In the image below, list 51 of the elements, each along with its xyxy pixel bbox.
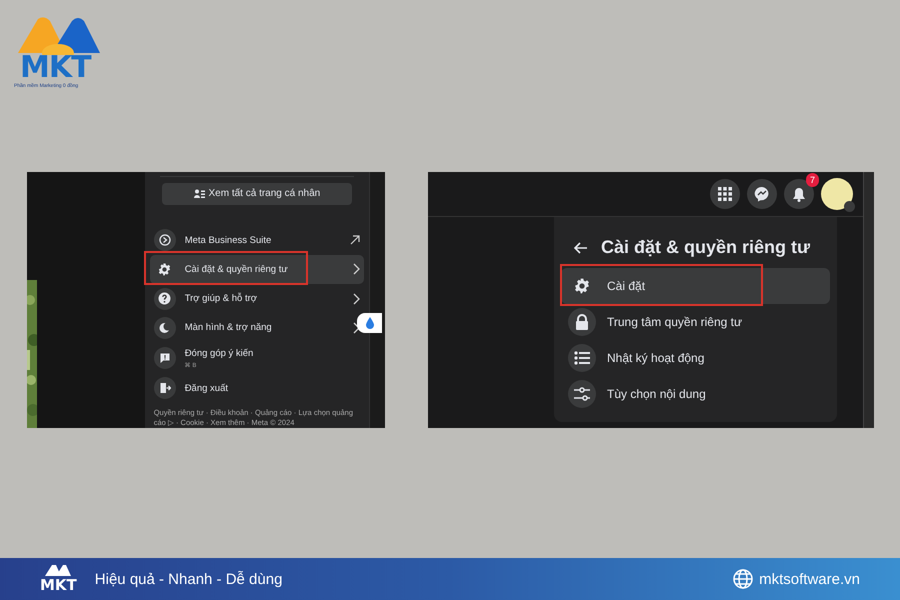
help-icon xyxy=(158,292,172,306)
dropdown-caret-icon xyxy=(844,201,855,212)
menu-item[interactable]: Màn hình & trợ năng xyxy=(150,313,364,342)
chevron-right-icon xyxy=(353,292,360,305)
menu-item[interactable]: Meta Business Suite xyxy=(150,226,364,255)
slogan: Hiệu quả - Nhanh - Dễ dùng xyxy=(94,570,284,588)
website-link[interactable]: mktsoftware.vn xyxy=(759,570,860,588)
logout-icon xyxy=(158,382,171,394)
list-icon xyxy=(574,351,590,365)
water-drop-icon xyxy=(366,317,374,329)
menu-label: Đăng xuất xyxy=(184,382,229,394)
menu-label: Cài đặt xyxy=(607,279,646,293)
moon-icon xyxy=(158,322,171,334)
external-arrow-icon xyxy=(350,235,360,246)
logo-text: MKT xyxy=(20,55,91,81)
logo-mark-icon xyxy=(44,564,72,576)
chevron-right-icon xyxy=(353,322,360,334)
gear-icon xyxy=(574,278,590,294)
menu-title: Cài đặt & quyền riêng tư xyxy=(601,237,810,258)
scrollbar[interactable] xyxy=(863,172,874,428)
menu-label: Màn hình & trợ năng xyxy=(184,322,273,334)
menu-label: Tùy chọn nội dung xyxy=(607,387,706,401)
sliders-icon xyxy=(574,387,590,401)
gear-icon xyxy=(158,262,172,276)
menu-label: Nhật ký hoạt động xyxy=(607,351,704,365)
menu-item[interactable]: Nhật ký hoạt động xyxy=(561,340,830,376)
lock-icon xyxy=(575,314,589,330)
back-arrow-icon[interactable] xyxy=(573,242,587,254)
messenger-button[interactable] xyxy=(747,179,777,209)
footer-logo-text: MKT xyxy=(40,576,77,594)
feedback-icon xyxy=(158,352,171,364)
menu-item[interactable]: Tùy chọn nội dung xyxy=(561,376,830,412)
menu-item[interactable]: Đăng xuất xyxy=(150,374,364,403)
avatar[interactable] xyxy=(821,178,853,210)
chat-bubble-icon xyxy=(754,186,770,202)
menu-label: Meta Business Suite xyxy=(184,234,272,246)
grid-icon xyxy=(718,187,732,201)
menu-label: Cài đặt & quyền riêng tư xyxy=(184,264,289,275)
menu-grid-button[interactable] xyxy=(710,179,740,209)
bell-icon xyxy=(792,186,806,202)
globe-icon xyxy=(733,569,754,589)
people-icon xyxy=(194,188,204,199)
menu-label: Đóng góp ý kiến xyxy=(184,348,254,359)
view-all-button[interactable]: Xem tất cả trang cá nhân xyxy=(162,183,352,204)
menu-item[interactable]: Trợ giúp & hỗ trợ xyxy=(150,284,364,314)
chevron-right-icon xyxy=(353,263,360,276)
menu-label: Trung tâm quyền riêng tư xyxy=(607,315,742,329)
notification-badge: 7 xyxy=(806,173,819,187)
menu-item[interactable]: Trung tâm quyền riêng tư xyxy=(561,304,830,340)
scrollbar[interactable] xyxy=(369,172,385,428)
menu-label: Trợ giúp & hỗ trợ xyxy=(184,293,258,304)
